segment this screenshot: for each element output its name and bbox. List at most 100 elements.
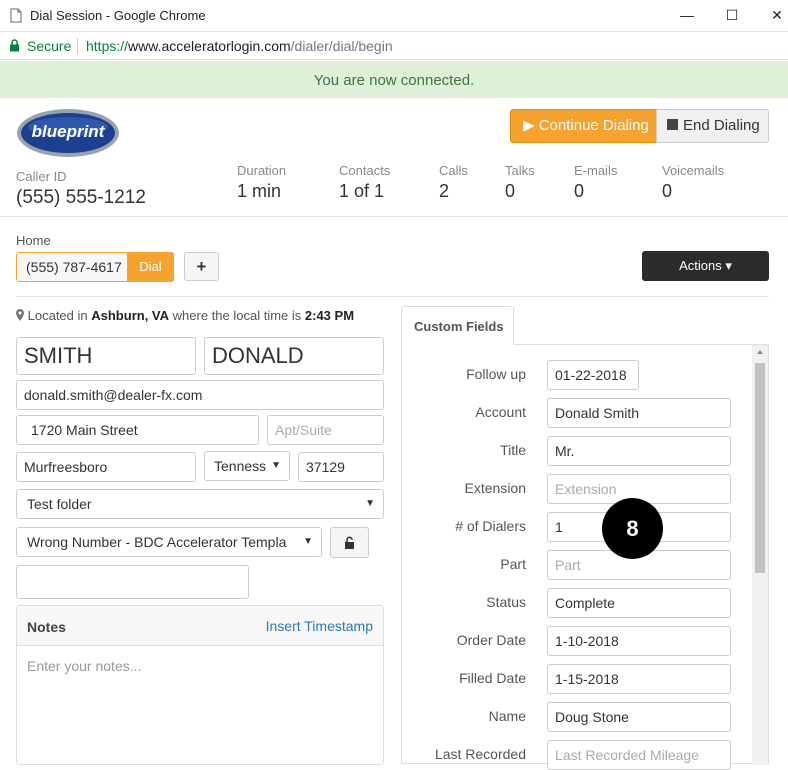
caller-id-label: Caller ID (16, 169, 67, 184)
custom-field-input[interactable]: 1-10-2018 (547, 626, 731, 656)
email-input[interactable]: donald.smith@dealer-fx.com (16, 380, 384, 410)
contacts-stat: Contacts 1 of 1 (339, 163, 390, 202)
end-dialing-button[interactable]: End Dialing (656, 109, 769, 143)
duration-value: 1 min (237, 181, 282, 201)
custom-field-input[interactable]: Mr. (547, 436, 731, 466)
page-icon (10, 8, 22, 23)
voicemails-stat: Voicemails 0 (662, 163, 724, 202)
last-name-input[interactable]: SMITH (16, 337, 196, 375)
window-title: Dial Session - Google Chrome (30, 8, 206, 23)
zip-input[interactable]: 37129 (298, 452, 384, 482)
play-icon: ▶ (523, 117, 535, 134)
calls-value: 2 (439, 181, 450, 201)
custom-field-label: Follow up (466, 366, 526, 382)
custom-field-label: Filled Date (459, 670, 526, 686)
insert-timestamp-link[interactable]: Insert Timestamp (266, 618, 373, 634)
url-scheme: https:// (86, 38, 129, 54)
phone-group: (555) 787-4617 Dial (16, 252, 174, 282)
actions-dropdown-button[interactable]: Actions ▾ (642, 251, 769, 281)
logo-text: blueprint (32, 122, 106, 141)
extra-field-input[interactable] (16, 565, 249, 599)
address-input[interactable]: 1720 Main Street (16, 415, 259, 445)
custom-field-input[interactable]: 1-15-2018 (547, 664, 731, 694)
apt-suite-input[interactable]: Apt/Suite (267, 415, 384, 445)
address-bar[interactable]: Secure https://www.acceleratorlogin.com/… (0, 32, 788, 60)
notes-header: Notes Insert Timestamp (17, 606, 383, 646)
city-input[interactable]: Murfreesboro (16, 452, 196, 482)
location-line: Located in Ashburn, VA where the local t… (16, 308, 354, 323)
emails-label: E-mails (574, 163, 618, 178)
end-dialing-label: End Dialing (683, 117, 760, 134)
phone-type-label: Home (16, 233, 51, 248)
phone-number: (555) 787-4617 (17, 253, 127, 281)
talks-value: 0 (505, 181, 516, 201)
contacts-value: 1 of 1 (339, 181, 385, 201)
section-divider (16, 296, 769, 297)
custom-field-label: Account (475, 404, 526, 420)
lock-icon (10, 39, 19, 52)
state-value: Tenness (214, 458, 267, 474)
connected-banner: You are now connected. (0, 61, 788, 98)
continue-dialing-label: Continue Dialing (538, 117, 649, 134)
location-mid: where the local time is (172, 308, 302, 323)
custom-field-label: Title (500, 442, 526, 458)
custom-field-input[interactable]: Donald Smith (547, 398, 731, 428)
calls-stat: Calls 2 (439, 163, 468, 202)
add-phone-button[interactable]: + (184, 252, 219, 281)
custom-field-input[interactable]: Last Recorded Mileage (547, 740, 731, 770)
tab-custom-fields[interactable]: Custom Fields (401, 306, 514, 345)
custom-field-input[interactable]: Complete (547, 588, 731, 618)
folder-select[interactable]: Test folder ▼ (16, 489, 384, 519)
talks-stat: Talks 0 (505, 163, 535, 202)
custom-field-label: Name (488, 708, 526, 724)
minimize-button[interactable]: — (672, 4, 702, 26)
first-name-input[interactable]: DONALD (204, 337, 384, 375)
local-time: 2:43 PM (304, 308, 355, 323)
custom-fields-scrollbar[interactable] (752, 345, 768, 765)
voicemails-label: Voicemails (662, 163, 725, 178)
scroll-thumb[interactable] (755, 363, 765, 573)
state-select[interactable]: Tenness ▼ (204, 451, 290, 481)
calls-label: Calls (439, 163, 468, 178)
disposition-select[interactable]: Wrong Number - BDC Accelerator Templa ▼ (16, 527, 322, 557)
continue-dialing-button[interactable]: ▶ Continue Dialing (510, 109, 657, 143)
maximize-button[interactable]: ☐ (717, 4, 747, 26)
stop-icon (667, 119, 678, 130)
notes-title: Notes (27, 619, 66, 635)
map-pin-icon (16, 309, 24, 321)
location-prefix: Located in (27, 308, 88, 323)
notes-panel: Notes Insert Timestamp Enter your notes.… (16, 605, 384, 765)
window-titlebar: Dial Session - Google Chrome — ☐ ✕ (0, 0, 788, 32)
custom-field-input[interactable]: Doug Stone (547, 702, 731, 732)
unlock-icon (345, 536, 354, 549)
secure-label: Secure (27, 38, 72, 54)
url-path: /dialer/dial/begin (290, 38, 393, 54)
duration-label: Duration (237, 163, 287, 178)
voicemails-value: 0 (662, 181, 673, 201)
emails-stat: E-mails 0 (574, 163, 617, 202)
folder-value: Test folder (27, 496, 92, 512)
url-text[interactable]: https://www.acceleratorlogin.com/dialer/… (86, 38, 393, 54)
emails-value: 0 (574, 181, 585, 201)
talks-label: Talks (505, 163, 535, 178)
notes-textarea[interactable]: Enter your notes... (27, 658, 141, 674)
caller-id-stat: Caller ID (555) 555-1212 (16, 169, 146, 209)
disposition-value: Wrong Number - BDC Accelerator Templa (27, 534, 287, 550)
custom-field-label: Order Date (456, 632, 526, 648)
location-city: Ashburn, VA (91, 308, 170, 323)
custom-field-label: Part (500, 556, 526, 572)
duration-stat: Duration 1 min (237, 163, 286, 202)
close-button[interactable]: ✕ (762, 4, 788, 26)
step-badge: 8 (602, 498, 663, 559)
custom-field-input[interactable]: 01-22-2018 (547, 360, 639, 390)
custom-field-label: Extension (464, 480, 526, 496)
header-divider (0, 216, 788, 217)
unlock-button[interactable] (330, 527, 369, 558)
custom-field-label: # of Dialers (455, 518, 526, 534)
dial-button[interactable]: Dial (127, 253, 174, 281)
caller-id-value: (555) 555-1212 (16, 187, 146, 208)
custom-field-label: Status (486, 594, 526, 610)
url-separator (77, 38, 78, 54)
caret-down-icon: ▼ (299, 528, 313, 556)
caret-down-icon: ▼ (365, 498, 375, 509)
